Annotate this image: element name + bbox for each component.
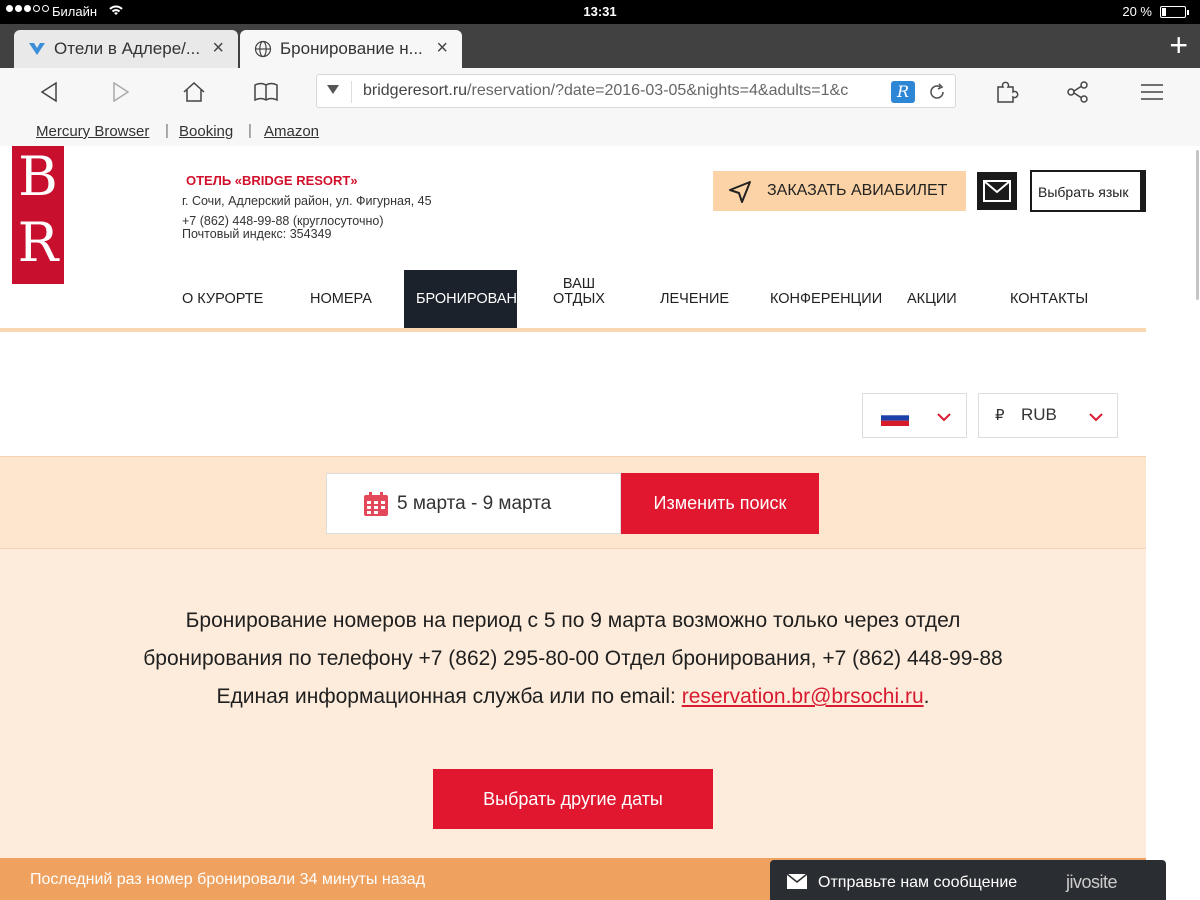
- hotel-postal: Почтовый индекс: 354349: [182, 227, 332, 241]
- bookmark-amazon[interactable]: Amazon: [264, 123, 319, 140]
- calendar-icon: [364, 492, 388, 516]
- chevron-down-icon: [1089, 413, 1103, 422]
- close-icon[interactable]: ×: [212, 38, 224, 58]
- chat-widget[interactable]: Отправьте нам сообщение jivosite: [770, 860, 1166, 900]
- nav-offers[interactable]: АКЦИИ: [907, 291, 957, 307]
- booking-info-message: Бронирование номеров на период с 5 по 9 …: [143, 609, 1003, 708]
- bookmark-separator: |: [248, 122, 252, 139]
- reservation-email-link[interactable]: reservation.br@brsochi.ru: [682, 685, 924, 708]
- nav-booking[interactable]: БРОНИРОВАН: [404, 270, 517, 328]
- change-search-button[interactable]: Изменить поиск: [621, 473, 819, 534]
- bookmarks-bar: Mercury Browser | Booking | Amazon: [0, 116, 1200, 146]
- currency-code: RUB: [1021, 405, 1057, 424]
- tab-label: Отели в Адлере/...: [54, 39, 201, 58]
- currency-select[interactable]: ₽ RUB: [978, 393, 1118, 438]
- jivosite-logo: jivosite: [1066, 872, 1118, 892]
- nav-about[interactable]: О КУРОРТЕ: [182, 291, 263, 307]
- hotel-name: ОТЕЛЬ «BRIDGE RESORT»: [186, 173, 358, 188]
- home-icon[interactable]: [180, 78, 208, 106]
- web-page: B R ОТЕЛЬ «BRIDGE RESORT» г. Сочи, Адлер…: [0, 146, 1146, 900]
- envelope-icon: [787, 874, 807, 889]
- tab-reservation[interactable]: Бронирование н... ×: [240, 30, 462, 68]
- favicon-icon: [29, 43, 45, 55]
- nav-contacts[interactable]: КОНТАКТЫ: [1010, 291, 1088, 307]
- choose-other-dates-button[interactable]: Выбрать другие даты: [433, 769, 713, 829]
- date-range-field[interactable]: 5 марта - 9 марта: [326, 473, 621, 534]
- reader-mode-icon[interactable]: R: [891, 81, 915, 103]
- scrollbar-track: [1146, 146, 1200, 900]
- address-bar[interactable]: bridgeresort.ru/reservation/?date=2016-0…: [316, 74, 956, 108]
- nav-rooms[interactable]: НОМЕРА: [310, 291, 372, 307]
- reload-icon[interactable]: [927, 82, 947, 102]
- bookmark-mercury[interactable]: Mercury Browser: [36, 123, 149, 140]
- bookmark-booking[interactable]: Booking: [179, 123, 233, 140]
- tab-hotels-adler[interactable]: Отели в Адлере/... ×: [14, 30, 238, 68]
- ruble-icon: ₽: [995, 407, 1005, 424]
- nav-treatment[interactable]: ЛЕЧЕНИЕ: [660, 291, 729, 307]
- navigation-arrow-icon: [729, 181, 751, 203]
- share-icon[interactable]: [1064, 78, 1092, 106]
- tab-bar: Отели в Адлере/... × Бронирование н... ×…: [0, 24, 1200, 68]
- chat-label: Отправьте нам сообщение: [818, 874, 1018, 891]
- mail-button[interactable]: [977, 172, 1017, 210]
- country-select[interactable]: [862, 393, 967, 438]
- envelope-icon: [983, 180, 1011, 202]
- chevron-down-icon[interactable]: [327, 85, 339, 94]
- nav-divider: [0, 328, 1146, 332]
- scrollbar-thumb[interactable]: [1196, 150, 1199, 300]
- url-text[interactable]: bridgeresort.ru/reservation/?date=2016-0…: [363, 82, 883, 100]
- tab-label: Бронирование н...: [280, 39, 423, 58]
- hotel-address: г. Сочи, Адлерский район, ул. Фигурная, …: [182, 194, 432, 208]
- menu-icon[interactable]: [1138, 78, 1166, 106]
- forward-icon[interactable]: [106, 78, 134, 106]
- battery-percent: 20 %: [1122, 4, 1152, 19]
- browser-toolbar: bridgeresort.ru/reservation/?date=2016-0…: [0, 68, 1200, 116]
- chevron-down-icon: [937, 413, 951, 422]
- bookmark-separator: |: [165, 122, 169, 139]
- nav-conferences[interactable]: КОНФЕРЕНЦИИ: [770, 291, 882, 307]
- language-select[interactable]: Выбрать язык: [1030, 170, 1146, 212]
- search-band: 5 марта - 9 марта Изменить поиск: [0, 456, 1146, 549]
- date-range-text: 5 марта - 9 марта: [397, 493, 552, 514]
- back-icon[interactable]: [36, 78, 64, 106]
- order-flight-button[interactable]: ЗАКАЗАТЬ АВИАБИЛЕТ: [713, 171, 966, 211]
- new-tab-button[interactable]: +: [1169, 28, 1188, 62]
- extensions-icon[interactable]: [992, 78, 1020, 106]
- hotel-phone: +7 (862) 448-99-88 (круглосуточно): [182, 214, 384, 228]
- russia-flag-icon: [881, 410, 909, 426]
- status-bar: Билайн 13:31 20 %: [0, 0, 1200, 24]
- booking-info-section: Бронирование номеров на период с 5 по 9 …: [0, 549, 1146, 858]
- battery-icon: [1160, 6, 1189, 18]
- hotel-logo[interactable]: B R: [12, 146, 64, 284]
- bookmarks-icon[interactable]: [252, 78, 280, 106]
- globe-icon: [254, 40, 272, 58]
- clock: 13:31: [583, 4, 617, 19]
- nav-your-vacation[interactable]: ВАШ ОТДЫХ: [548, 277, 610, 307]
- close-icon[interactable]: ×: [436, 38, 448, 58]
